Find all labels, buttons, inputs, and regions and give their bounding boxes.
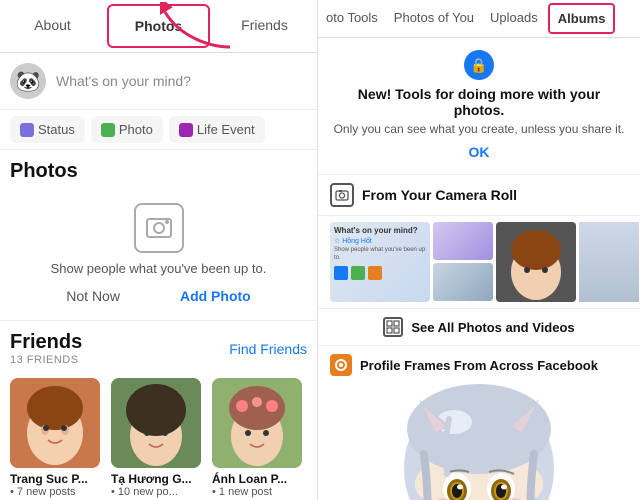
anime-illustration-area (318, 384, 640, 500)
photo-label: Photo (119, 122, 153, 137)
action-row: Status Photo Life Event (0, 110, 317, 150)
friends-grid: Trang Suc P... • 7 new posts Tạ Hương G.… (0, 370, 317, 500)
notification-box: 🔒 New! Tools for doing more with your ph… (318, 38, 640, 175)
strip-thumbnails (433, 222, 493, 302)
friend-posts-1: • 7 new posts (10, 486, 76, 498)
friend-name-3: Ánh Loan P... (212, 472, 287, 486)
notification-ok-button[interactable]: OK (469, 144, 490, 160)
find-friends-button[interactable]: Find Friends (229, 341, 307, 357)
user-status-bar: 🐼 What's on your mind? (0, 53, 317, 110)
tab-photos[interactable]: Photos (107, 4, 210, 48)
photos-section-title: Photos (0, 150, 317, 187)
friend-photo-3 (212, 378, 302, 468)
event-label: Life Event (197, 122, 255, 137)
list-item: Trang Suc P... • 7 new posts (10, 378, 105, 498)
see-all-text: See All Photos and Videos (411, 320, 574, 335)
left-panel: About Photos Friends 🐼 What's on your mi… (0, 0, 318, 500)
strip-thumb-1[interactable] (433, 222, 493, 260)
notification-lock-icon: 🔒 (464, 50, 494, 80)
frames-icon (330, 354, 352, 376)
list-item: Ánh Loan P... • 1 new post (212, 378, 307, 498)
friends-count: 13 FRIENDS (10, 354, 82, 366)
see-all-photos-button[interactable]: See All Photos and Videos (318, 309, 640, 346)
photo-placeholder-icon (134, 203, 184, 253)
tab-friends[interactable]: Friends (214, 4, 315, 48)
photo-button[interactable]: Photo (91, 116, 163, 143)
user-avatar: 🐼 (10, 63, 46, 99)
friend-photo-1 (10, 378, 100, 468)
tab-about[interactable]: About (2, 4, 103, 48)
photo-promo: Show people what you've been up to. Not … (0, 187, 317, 321)
right-panel: oto Tools Photos of You Uploads Albums 🔒… (318, 0, 640, 500)
status-label: Status (38, 122, 75, 137)
photo-actions: Not Now Add Photo (20, 288, 297, 304)
strip-extra-photo[interactable] (579, 222, 639, 302)
tab-uploads[interactable]: Uploads (482, 0, 546, 37)
photo-promo-text: Show people what you've been up to. (51, 261, 267, 276)
status-icon (20, 123, 34, 137)
notification-title: New! Tools for doing more with your phot… (332, 86, 626, 118)
profile-frames-header: Profile Frames From Across Facebook (318, 346, 640, 384)
list-item: Tạ Hương G... • 10 new po... (111, 378, 206, 498)
strip-thumb-2[interactable] (433, 263, 493, 301)
status-prompt[interactable]: What's on your mind? (56, 73, 191, 89)
strip-side-photo[interactable] (496, 222, 576, 302)
photo-strip: What's on your mind? ☆ Hồng Hốt Show peo… (318, 216, 640, 309)
strip-main-photo[interactable]: What's on your mind? ☆ Hồng Hốt Show peo… (330, 222, 430, 302)
friend-photo-2 (111, 378, 201, 468)
top-tabs: About Photos Friends (0, 0, 317, 53)
friends-title-group: Friends 13 FRIENDS (10, 331, 82, 366)
friend-name-2: Tạ Hương G... (111, 472, 192, 486)
status-button[interactable]: Status (10, 116, 85, 143)
profile-frames-title: Profile Frames From Across Facebook (360, 358, 598, 373)
right-top-tabs: oto Tools Photos of You Uploads Albums (318, 0, 640, 38)
friend-posts-2: • 10 new po... (111, 486, 178, 498)
friend-name-1: Trang Suc P... (10, 472, 88, 486)
see-all-icon (383, 317, 403, 337)
anime-character-svg (339, 384, 619, 500)
friends-title: Friends (10, 331, 82, 354)
event-icon (179, 123, 193, 137)
event-button[interactable]: Life Event (169, 116, 265, 143)
notification-subtitle: Only you can see what you create, unless… (332, 122, 626, 136)
add-photo-button[interactable]: Add Photo (180, 288, 251, 304)
friends-header: Friends 13 FRIENDS Find Friends (0, 321, 317, 370)
camera-roll-header: From Your Camera Roll (318, 175, 640, 216)
photo-icon (101, 123, 115, 137)
not-now-button[interactable]: Not Now (66, 288, 120, 304)
tab-albums[interactable]: Albums (548, 3, 616, 34)
tab-photos-of-you[interactable]: Photos of You (386, 0, 482, 37)
tab-photo-tools[interactable]: oto Tools (318, 0, 386, 37)
camera-icon (330, 183, 354, 207)
camera-roll-title: From Your Camera Roll (362, 187, 517, 203)
friend-posts-3: • 1 new post (212, 486, 272, 498)
